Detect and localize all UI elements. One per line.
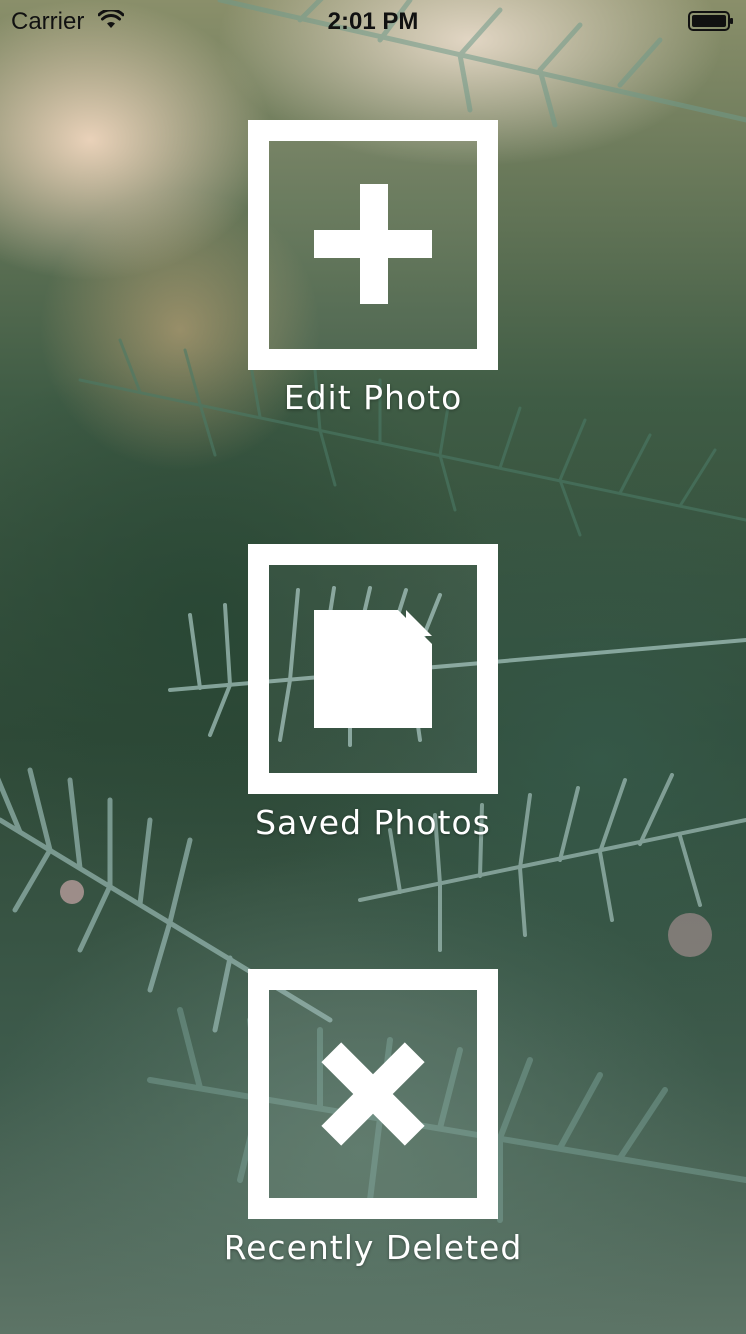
home-screen: Carrier 2:01 PM Edit Photo Saved Photos [0,0,746,1334]
x-icon [321,1042,425,1146]
status-time: 2:01 PM [327,8,419,35]
edit-photo-button[interactable] [248,120,498,370]
plus-icon [314,184,432,304]
saved-photos-button[interactable] [248,544,498,794]
recently-deleted-label[interactable]: Recently Deleted [0,1228,746,1267]
saved-photos-label[interactable]: Saved Photos [0,803,746,842]
battery-icon [688,11,733,31]
edit-photo-label[interactable]: Edit Photo [0,378,746,417]
document-icon [314,610,432,728]
recently-deleted-button[interactable] [248,969,498,1219]
status-bar: Carrier 2:01 PM [0,0,746,40]
